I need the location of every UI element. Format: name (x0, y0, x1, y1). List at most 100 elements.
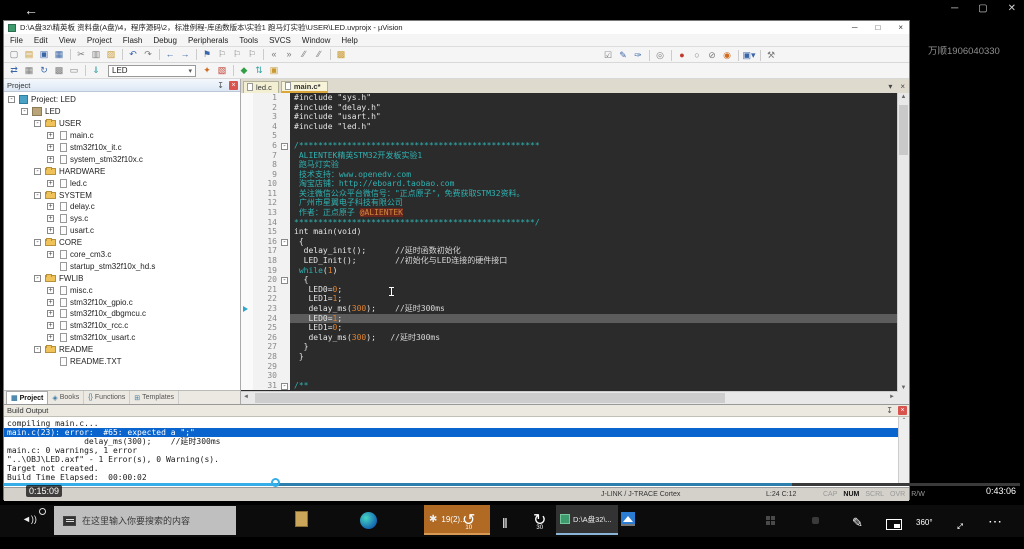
open-file-icon[interactable]: ▤ (22, 48, 36, 61)
menu-item[interactable]: Window (302, 36, 330, 45)
tree-item[interactable]: + usart.c (4, 225, 240, 237)
taskbar-item-uvision[interactable]: D:\A盘32\... (556, 505, 618, 535)
windows-logo-icon[interactable] (766, 516, 775, 525)
tree-item[interactable]: + stm32f10x_gpio.c (4, 296, 240, 308)
tree-expander[interactable]: + (47, 251, 56, 258)
manage-rte-icon[interactable]: ◆ (237, 64, 251, 77)
download-icon[interactable]: ⇓ (89, 64, 103, 77)
project-panel-header[interactable]: Project ↧ × (4, 79, 240, 92)
photos-app-icon[interactable] (621, 512, 635, 526)
tree-expander[interactable]: - (34, 192, 43, 199)
tree-item[interactable]: + stm32f10x_dbgmcu.c (4, 308, 240, 320)
scroll-up-icon[interactable]: ▲ (898, 94, 909, 100)
code-area[interactable]: 1 #include "sys.h" 2 #include "delay.h" (241, 93, 909, 391)
fold-column[interactable] (281, 160, 290, 170)
fold-column[interactable] (281, 246, 290, 256)
tree-item[interactable]: + sys.c (4, 213, 240, 225)
window-select-icon[interactable]: ▣▾ (742, 49, 756, 62)
tree-expander[interactable]: + (47, 144, 56, 151)
build-output-log[interactable]: ⌃ compiling main.c...main.c(23): error: … (4, 417, 909, 487)
title-bar[interactable]: D:\A盘32\精英板 资料盘(A盘)\4，程序源码\2，标准例程-库函数版本\… (4, 21, 909, 34)
fold-column[interactable] (281, 93, 290, 103)
editor-tab[interactable]: led.c (243, 81, 279, 93)
tree-expander[interactable]: + (47, 203, 56, 210)
menu-item[interactable]: Flash (123, 36, 143, 45)
fold-column[interactable] (281, 314, 290, 324)
target-options-icon[interactable]: ✦ (200, 64, 214, 77)
view-360-button[interactable]: 360° (916, 518, 933, 527)
minimize-icon[interactable]: ─ (852, 21, 858, 34)
pack-installer-icon[interactable]: ⇅ (252, 64, 266, 77)
uncomment-icon[interactable]: ∕∕ (312, 48, 326, 61)
pin-icon[interactable]: ↧ (886, 406, 893, 415)
more-options-button[interactable]: ⋯ (988, 513, 1002, 530)
tree-item[interactable]: + main.c (4, 130, 240, 142)
disable-breakpoint-icon[interactable]: ○ (690, 49, 704, 62)
paste-icon[interactable]: ▨ (104, 48, 118, 61)
tree-item[interactable]: + stm32f10x_usart.c (4, 332, 240, 344)
tree-expander[interactable]: - (34, 239, 43, 246)
translate-icon[interactable]: ⇄ (7, 64, 21, 77)
tree-item[interactable]: - LED (4, 106, 240, 118)
properties-icon[interactable]: ▩ (334, 48, 348, 61)
tree-expander[interactable]: + (47, 215, 56, 222)
build-output-line[interactable]: delay_ms(300); //延时300ms (7, 437, 909, 446)
fold-column[interactable] (281, 170, 290, 180)
navigate-forward-icon[interactable]: → (178, 48, 192, 61)
tree-expander[interactable]: + (47, 322, 56, 329)
build-output-line[interactable]: main.c: 0 warnings, 1 error (7, 446, 909, 455)
bookmark-icon[interactable]: ⚑ (200, 48, 214, 61)
fold-column[interactable]: - (281, 275, 290, 285)
menu-item[interactable]: View (59, 36, 76, 45)
video-seek-bar[interactable] (0, 483, 1024, 486)
menu-item[interactable]: Peripherals (188, 36, 228, 45)
fold-column[interactable] (281, 323, 290, 333)
panel-tab[interactable]: ▦ Project (6, 391, 48, 404)
new-file-icon[interactable]: ▢ (7, 48, 21, 61)
tree-expander[interactable]: + (47, 132, 56, 139)
next-bookmark-icon[interactable]: ⚐ (230, 48, 244, 61)
fold-column[interactable] (281, 362, 290, 372)
fold-column[interactable] (281, 218, 290, 228)
scrollbar-thumb[interactable] (899, 105, 908, 155)
unindent-icon[interactable]: « (267, 48, 281, 61)
menu-item[interactable]: Help (341, 36, 357, 45)
menu-item[interactable]: Debug (153, 36, 177, 45)
build-output-scrollbar[interactable]: ⌃ (898, 417, 909, 485)
kill-all-breakpoints-icon[interactable]: ◉ (720, 49, 734, 62)
tree-item[interactable]: - Project: LED (4, 94, 240, 106)
taskbar-item-chat[interactable]: ✱ 19(2)... (424, 505, 490, 535)
comment-icon[interactable]: ∕∕ (297, 48, 311, 61)
panel-tab[interactable]: {} Functions (84, 391, 130, 404)
rebuild-icon[interactable]: ↻ (37, 64, 51, 77)
fold-column[interactable] (281, 285, 290, 295)
tree-item[interactable]: + led.c (4, 177, 240, 189)
scrollbar-thumb[interactable] (255, 393, 725, 403)
video-minimize-icon[interactable]: ─ (951, 3, 958, 14)
save-icon[interactable]: ▣ (37, 48, 51, 61)
tree-item[interactable]: + stm32f10x_it.c (4, 142, 240, 154)
fold-column[interactable] (281, 131, 290, 141)
pin-icon[interactable]: ↧ (217, 81, 224, 90)
seek-handle[interactable] (271, 478, 280, 487)
software-packs-icon[interactable]: ▣ (267, 64, 281, 77)
pip-button[interactable] (886, 519, 902, 530)
build-output-line[interactable]: Build Time Elapsed: 00:00:02 (7, 473, 909, 482)
clear-bookmarks-icon[interactable]: ⚐ (245, 48, 259, 61)
stop-build-icon[interactable]: ▭ (67, 64, 81, 77)
fold-column[interactable] (281, 266, 290, 276)
video-close-icon[interactable]: ✕ (1008, 3, 1016, 14)
edge-browser-icon[interactable] (360, 512, 377, 529)
fold-column[interactable] (281, 352, 290, 362)
tools-wrench-icon[interactable]: ⚒ (764, 49, 778, 62)
project-close-icon[interactable]: × (229, 81, 238, 90)
debug-settings-icon[interactable]: ☑ (601, 49, 615, 62)
fold-column[interactable] (281, 304, 290, 314)
editor-group-close-icon[interactable]: × (900, 82, 905, 91)
fold-column[interactable] (281, 294, 290, 304)
editor-group-caret-icon[interactable]: ▾ (888, 82, 892, 91)
video-maximize-icon[interactable]: ▢ (978, 3, 987, 14)
find-in-files-icon[interactable]: ◎ (653, 49, 667, 62)
fold-column[interactable]: - (281, 381, 290, 391)
volume-icon[interactable]: ◄)) (22, 514, 37, 524)
